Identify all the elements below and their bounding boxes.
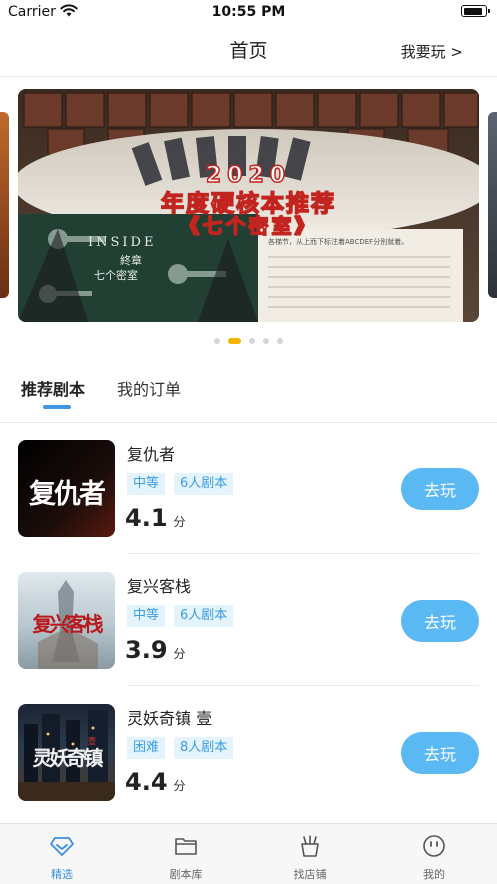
- rating-unit: 分: [173, 779, 186, 793]
- rating-score: 4.1 分: [125, 504, 186, 532]
- tabbar-item-script-library[interactable]: 剧本库: [124, 824, 248, 884]
- cover-mark: 壹: [88, 737, 96, 746]
- players-tag: 6人剧本: [174, 605, 234, 627]
- rating-value: 4.4: [125, 768, 168, 796]
- tabbar-label: 剧本库: [169, 868, 203, 881]
- play-button[interactable]: 去玩: [401, 468, 479, 510]
- carousel-dot[interactable]: [277, 338, 283, 344]
- rating-score: 4.4 分: [125, 768, 186, 796]
- status-time: 10:55 PM: [211, 4, 286, 20]
- tabbar-item-featured[interactable]: 精选: [0, 824, 124, 884]
- players-tag: 6人剧本: [174, 473, 234, 495]
- tabbar-label: 精选: [51, 868, 73, 881]
- rating-value: 4.1: [125, 504, 168, 532]
- cover-title: 复兴客栈: [32, 612, 104, 636]
- diamond-icon: [50, 837, 74, 856]
- script-title: 复兴客栈: [127, 577, 192, 596]
- content-tabs: 推荐剧本 我的订单: [0, 372, 497, 423]
- cover-title: 灵妖奇镇: [32, 746, 104, 770]
- banner-note-text: 各梯节，从上而下标注着ABCDEF分别就着。: [268, 238, 409, 246]
- rating-value: 3.9: [125, 636, 168, 664]
- banner-next-peek[interactable]: [488, 112, 497, 298]
- nav-bar: 首页 我要玩 >: [0, 26, 497, 77]
- banner-slide[interactable]: 2020 年度硬核本推荐 《七个密室》 INSIDE 終章 七个密室 各梯节，从…: [18, 89, 479, 322]
- rating-score: 3.9 分: [125, 636, 186, 664]
- bottom-tab-bar: 精选 剧本库 找店铺 我的: [0, 823, 497, 884]
- list-item[interactable]: 复兴客栈 复兴客栈 中等 6人剧本 3.9 分 去玩: [0, 554, 497, 686]
- battery-icon: [461, 5, 490, 17]
- battery-level: [463, 7, 482, 15]
- tabbar-item-mine[interactable]: 我的: [372, 824, 496, 884]
- script-title: 灵妖奇镇 壹: [127, 709, 213, 728]
- difficulty-tag: 中等: [127, 605, 166, 627]
- players-tag: 8人剧本: [174, 737, 234, 759]
- tab-my-orders[interactable]: 我的订单: [117, 376, 181, 400]
- play-action-link[interactable]: 我要玩 >: [401, 41, 463, 62]
- tabbar-label: 我的: [423, 868, 445, 881]
- list-item[interactable]: 复仇者 复仇者 中等 6人剧本 4.1 分 去玩: [0, 422, 497, 554]
- rating-unit: 分: [173, 515, 186, 529]
- tab-recommended-scripts[interactable]: 推荐剧本: [21, 376, 85, 400]
- script-title: 复仇者: [127, 445, 176, 464]
- script-cover: 灵妖奇镇 壹: [18, 704, 115, 801]
- carousel-dot[interactable]: [263, 338, 269, 344]
- carousel-dot[interactable]: [228, 338, 241, 344]
- carousel-dot[interactable]: [249, 338, 255, 344]
- script-cover: 复仇者: [18, 440, 115, 537]
- list-item[interactable]: 灵妖奇镇 壹 灵妖奇镇 壹 困难 8人剧本 4.4 分 去玩: [0, 686, 497, 818]
- tabbar-label: 找店铺: [293, 868, 327, 881]
- play-button[interactable]: 去玩: [401, 600, 479, 642]
- difficulty-tag: 中等: [127, 473, 166, 495]
- carousel-dots: [0, 338, 497, 344]
- banner-inside-text: INSIDE: [88, 235, 157, 250]
- cover-title: 复仇者: [29, 479, 106, 510]
- tabbar-item-find-store[interactable]: 找店铺: [248, 824, 372, 884]
- status-bar: Carrier 10:55 PM: [0, 0, 497, 26]
- play-button[interactable]: 去玩: [401, 732, 479, 774]
- banner-prev-peek[interactable]: [0, 112, 9, 298]
- banner-side-line1: 終章: [120, 254, 142, 267]
- shop-icon: [301, 835, 319, 857]
- difficulty-tag: 困难: [127, 737, 166, 759]
- rating-unit: 分: [173, 647, 186, 661]
- folder-icon: [175, 838, 197, 855]
- smiley-icon: [423, 835, 445, 857]
- script-cover: 复兴客栈: [18, 572, 115, 669]
- active-tab-indicator: [43, 405, 71, 409]
- carousel-dot[interactable]: [214, 338, 220, 344]
- banner-side-line2: 七个密室: [94, 269, 138, 282]
